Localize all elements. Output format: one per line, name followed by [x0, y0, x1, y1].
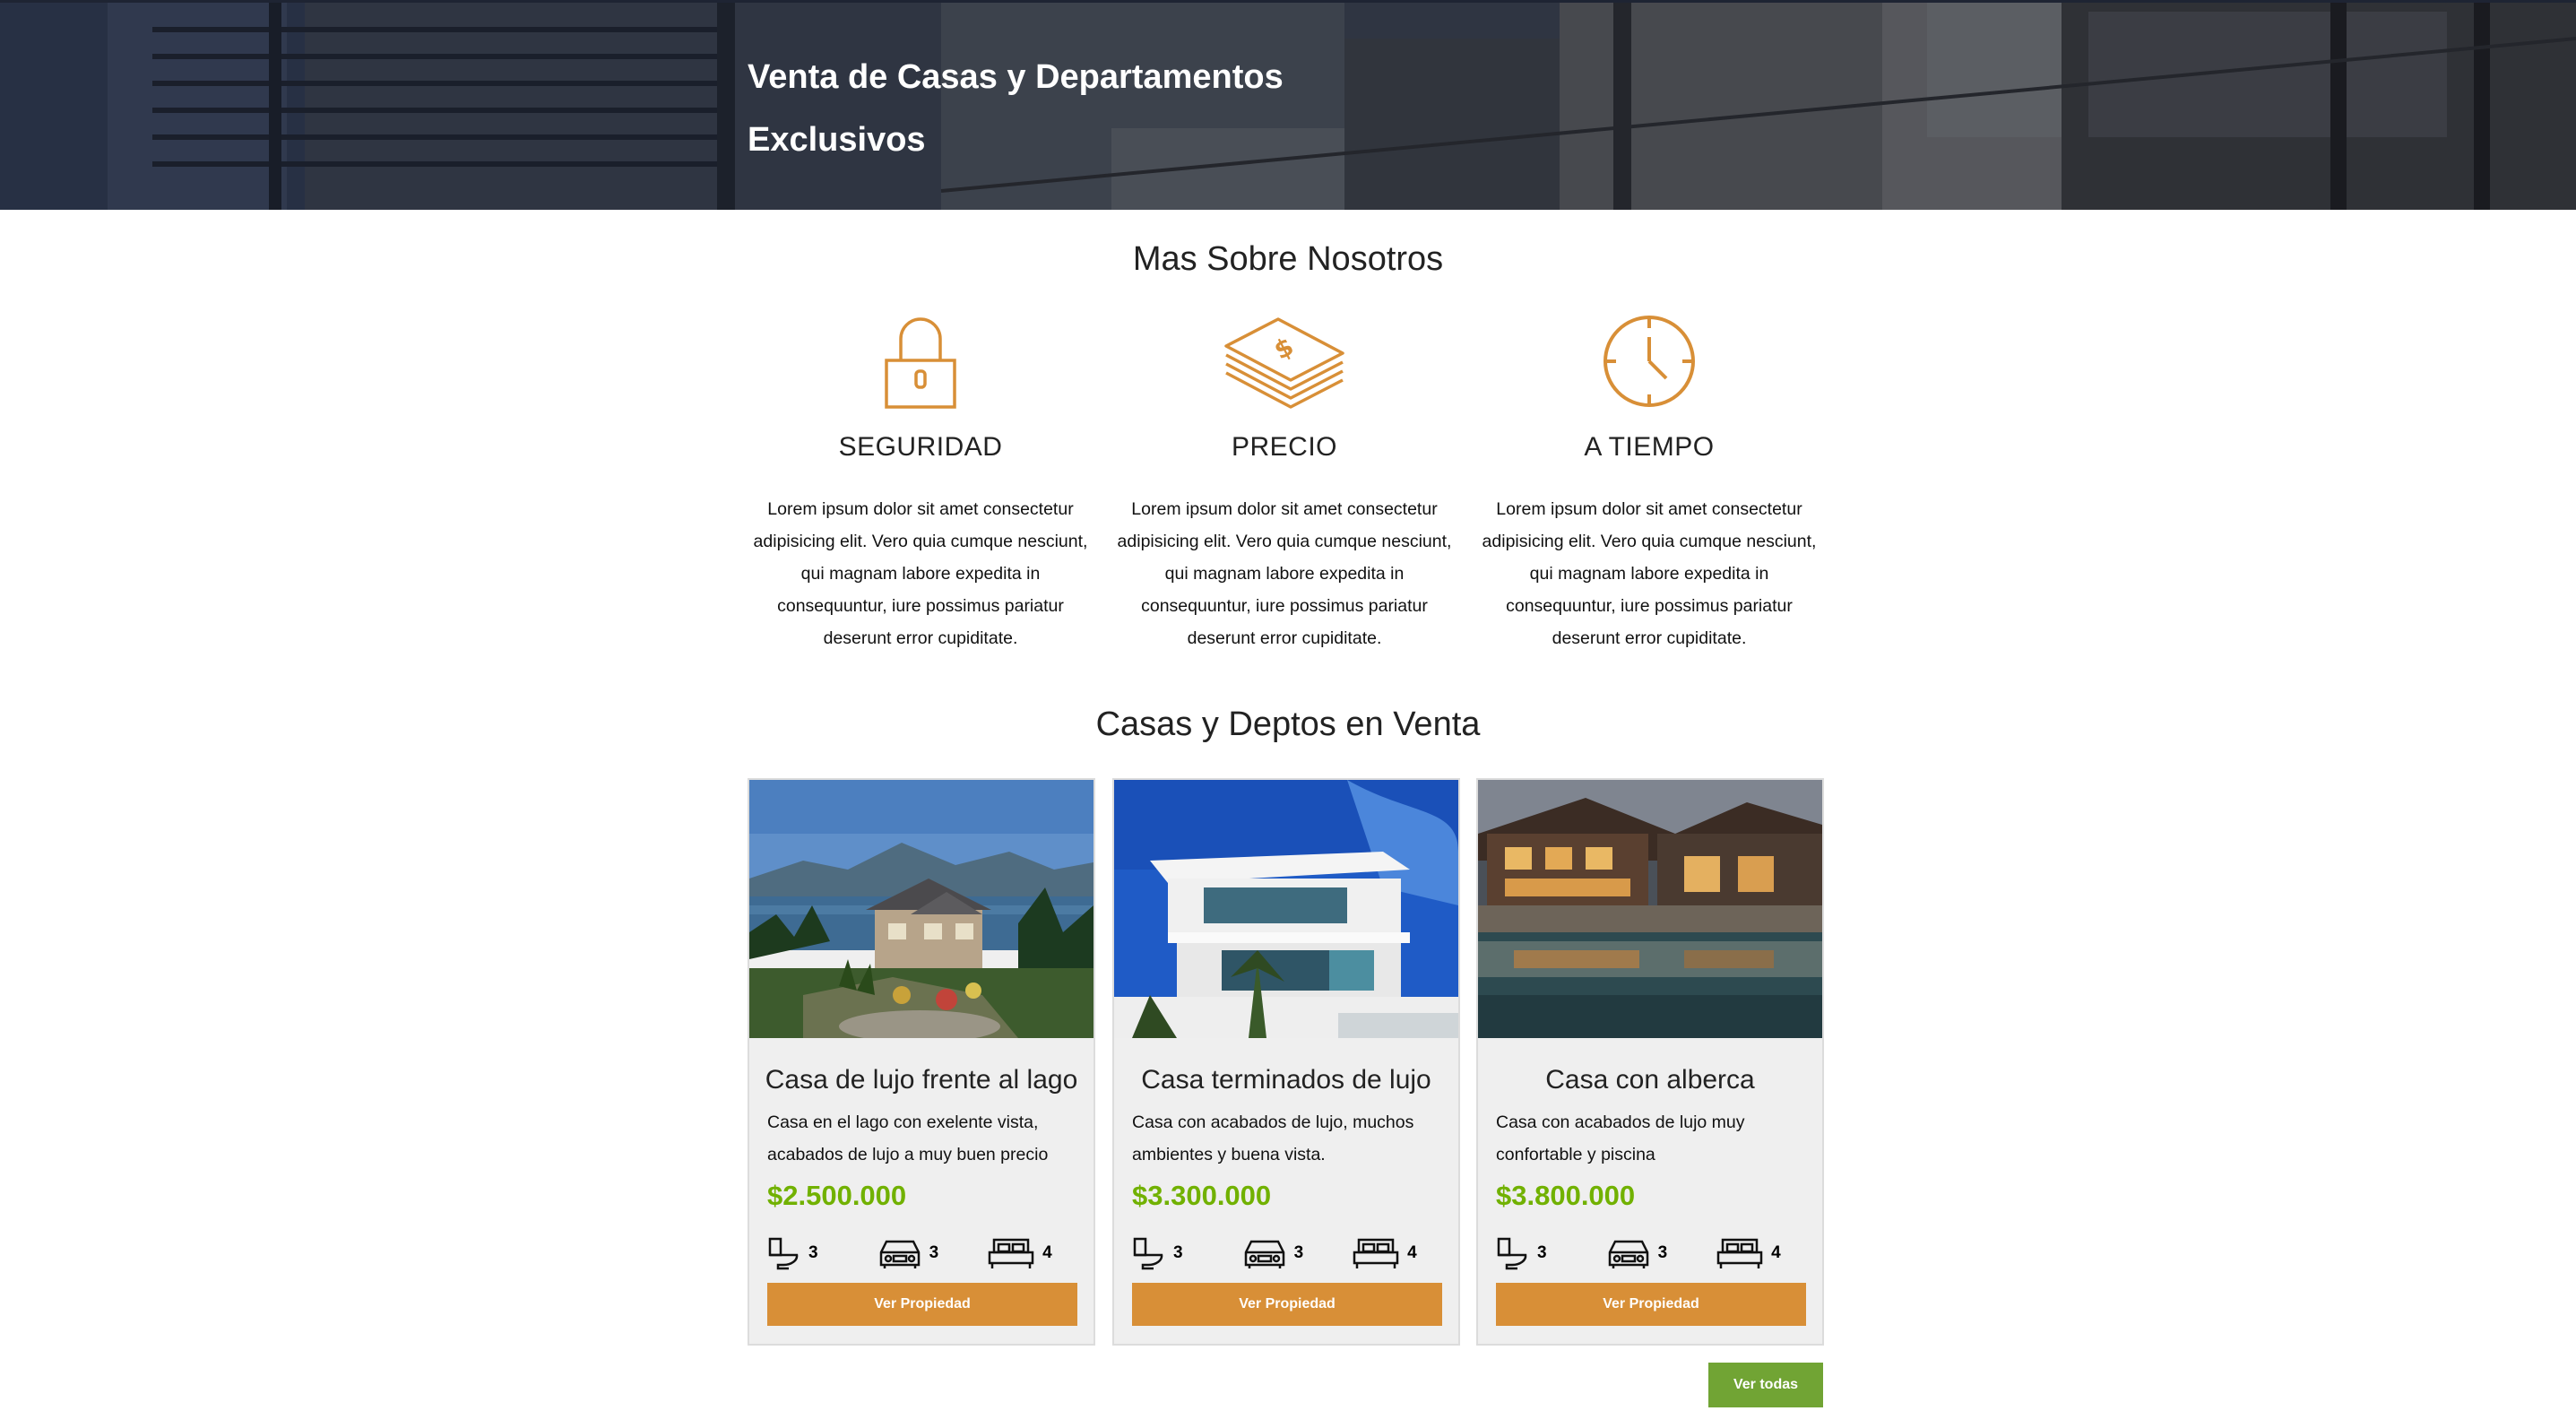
property-image-pool-house — [1478, 780, 1822, 1038]
amenity-rooms: 4 — [1716, 1236, 1781, 1270]
about-section-title: Mas Sobre Nosotros — [1132, 240, 1444, 278]
property-price: $2.500.000 — [767, 1180, 907, 1211]
property-card: Casa de lujo frente al lago Casa en el l… — [748, 778, 1095, 1346]
view-property-button[interactable]: Ver Propiedad — [1132, 1283, 1442, 1326]
amenity-bathrooms-count: 3 — [1173, 1243, 1183, 1262]
property-description: Casa con acabados de lujo muy confortabl… — [1496, 1112, 1745, 1164]
amenity-parking: 3 — [1606, 1236, 1668, 1270]
car-icon — [1244, 1240, 1284, 1268]
property-amenities: 3 3 4 — [1132, 1235, 1440, 1271]
listings-section-title: Casas y Deptos en Venta — [1095, 706, 1481, 743]
feature-precio: $ PRECIO Lorem ipsum dolor sit amet cons… — [1114, 310, 1455, 654]
toilet-icon — [1497, 1237, 1527, 1270]
amenity-parking-count: 3 — [929, 1243, 939, 1262]
property-price: $3.800.000 — [1496, 1180, 1636, 1211]
bed-icon — [1353, 1238, 1399, 1268]
amenity-bathrooms: 3 — [1496, 1236, 1547, 1270]
property-card: Casa terminados de lujo Casa con acabado… — [1112, 778, 1460, 1346]
hero-banner: Venta de Casas y Departamentos Exclusivo… — [0, 0, 2576, 210]
property-card: Casa con alberca Casa con acabados de lu… — [1476, 778, 1824, 1346]
toilet-icon — [1133, 1237, 1163, 1270]
amenity-parking: 3 — [877, 1236, 939, 1270]
toilet-icon — [768, 1237, 799, 1270]
view-property-button[interactable]: Ver Propiedad — [1496, 1283, 1806, 1326]
money-icon: $ — [1224, 317, 1344, 409]
amenity-rooms-count: 4 — [1042, 1243, 1052, 1262]
bed-icon — [988, 1238, 1034, 1268]
amenity-rooms-count: 4 — [1407, 1243, 1417, 1262]
property-description: Casa en el lago con exelente vista, acab… — [767, 1112, 1049, 1164]
amenity-parking: 3 — [1242, 1236, 1304, 1270]
feature-text-seguridad: Lorem ipsum dolor sit amet consectetur a… — [753, 499, 1088, 648]
amenity-bathrooms: 3 — [1132, 1236, 1183, 1270]
amenity-bathrooms: 3 — [767, 1236, 818, 1270]
lock-icon — [885, 317, 956, 409]
property-title: Casa terminados de lujo — [1141, 1065, 1431, 1095]
bed-icon — [1716, 1238, 1763, 1268]
hero-title-line1: Venta de Casas y Departamentos — [748, 58, 1284, 96]
feature-a-tiempo: A TIEMPO Lorem ipsum dolor sit amet cons… — [1479, 310, 1820, 654]
car-icon — [879, 1240, 920, 1268]
amenity-rooms: 4 — [987, 1236, 1052, 1270]
property-image-lake-house — [749, 780, 1094, 1038]
hero-title: Venta de Casas y Departamentos Exclusivo… — [748, 46, 1554, 171]
view-all-button[interactable]: Ver todas — [1708, 1363, 1823, 1407]
feature-title-seguridad: SEGURIDAD — [838, 432, 1003, 462]
amenity-parking-count: 3 — [1293, 1243, 1304, 1262]
feature-text-a-tiempo: Lorem ipsum dolor sit amet consectetur a… — [1482, 499, 1817, 648]
car-icon — [1608, 1240, 1648, 1268]
property-description: Casa con acabados de lujo, muchos ambien… — [1132, 1112, 1414, 1164]
property-image-modern-house — [1114, 780, 1458, 1038]
amenity-bathrooms-count: 3 — [808, 1243, 818, 1262]
hero-title-line2: Exclusivos — [748, 121, 926, 159]
property-amenities: 3 3 4 — [767, 1235, 1076, 1271]
property-title: Casa con alberca — [1545, 1065, 1755, 1095]
feature-title-a-tiempo: A TIEMPO — [1584, 432, 1715, 462]
clock-icon — [1604, 316, 1695, 407]
amenity-parking-count: 3 — [1657, 1243, 1668, 1262]
amenity-rooms: 4 — [1352, 1236, 1417, 1270]
property-price: $3.300.000 — [1132, 1180, 1272, 1211]
amenity-bathrooms-count: 3 — [1537, 1243, 1547, 1262]
svg-text:$: $ — [1269, 332, 1299, 366]
property-title: Casa de lujo frente al lago — [765, 1065, 1078, 1095]
property-amenities: 3 3 4 — [1496, 1235, 1804, 1271]
feature-title-precio: PRECIO — [1231, 432, 1338, 462]
view-property-button[interactable]: Ver Propiedad — [767, 1283, 1077, 1326]
feature-seguridad: SEGURIDAD Lorem ipsum dolor sit amet con… — [750, 310, 1091, 654]
amenity-rooms-count: 4 — [1771, 1243, 1781, 1262]
feature-text-precio: Lorem ipsum dolor sit amet consectetur a… — [1117, 499, 1452, 648]
